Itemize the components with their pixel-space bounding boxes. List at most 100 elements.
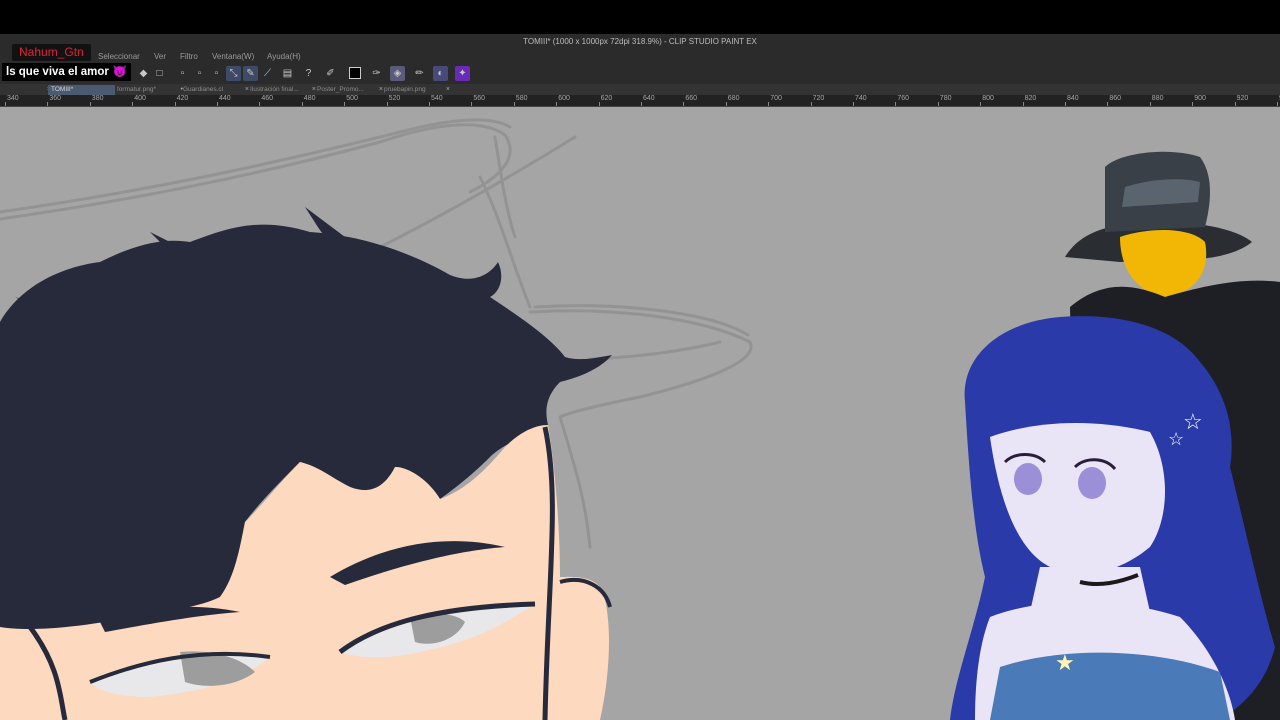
ruler-tick — [217, 102, 218, 106]
tab-pruebapin[interactable]: pruebapin.png × — [381, 85, 450, 95]
menu-item-select[interactable]: Seleccionar — [98, 52, 140, 61]
ruler-label: 680 — [727, 95, 740, 102]
drawing-canvas[interactable]: ☆ ☆ ★ — [0, 107, 1280, 720]
tab-ilustracion[interactable]: Ilustración final... × — [247, 85, 316, 95]
devil-emoji-icon: 😈 — [112, 66, 128, 78]
pen-icon[interactable]: ✎ — [243, 66, 258, 81]
tab-label: pruebapin.png — [384, 86, 426, 93]
ruler-label: 840 — [1067, 95, 1079, 102]
ruler-label: 540 — [431, 95, 443, 102]
ruler-label: 360 — [49, 95, 62, 102]
ruler-label: 500 — [346, 95, 358, 102]
ruler-label: 920 — [1236, 95, 1249, 102]
ruler-tick — [429, 102, 430, 106]
ruler-tick — [1065, 102, 1066, 106]
ruler-tick — [174, 102, 176, 106]
ruler-label: 520 — [388, 95, 401, 102]
ruler-tick — [725, 102, 727, 106]
ruler-label: 740 — [855, 95, 867, 102]
ruler-tick — [895, 102, 897, 106]
select-icon[interactable]: ⤡ — [226, 66, 241, 81]
ruler-tick — [641, 102, 642, 106]
ruler-label: 660 — [685, 95, 698, 102]
ruler-label: 440 — [219, 95, 231, 102]
tab-guardianes[interactable]: Guardianes.cl × — [180, 85, 249, 95]
ruler-tick — [598, 102, 600, 106]
ruler-label: 580 — [515, 95, 528, 102]
chat-message: ls que viva el amor 😈 — [2, 63, 132, 81]
ruler-label: 880 — [1151, 95, 1164, 102]
document-tabs: × TOMIII* formatur.png*• Guardianes.cl× … — [0, 84, 1280, 95]
tab-tomiii[interactable]: TOMIII* — [48, 85, 115, 95]
tab-label: formatur.png* — [117, 86, 157, 93]
ruler-label: 400 — [134, 95, 146, 102]
open-icon[interactable]: ▫ — [192, 66, 207, 81]
help-icon[interactable]: ? — [301, 66, 316, 81]
menu-bar: Seleccionar Ver Filtro Ventana(W) Ayuda(… — [0, 50, 1280, 63]
ruler-tick — [1277, 102, 1278, 106]
ruler-tick — [1107, 102, 1109, 106]
chat-message-text: ls que viva el amor — [6, 66, 109, 78]
ruler-tick — [1192, 102, 1194, 106]
ruler-tick — [89, 102, 91, 106]
palette-icon[interactable]: ✦ — [455, 66, 470, 81]
stream-top-bar — [0, 0, 1280, 34]
save-icon[interactable]: ▫ — [209, 66, 224, 81]
ruler-tick — [471, 102, 473, 106]
tab-label: Poster_Promo... — [317, 86, 364, 93]
ruler-label: 820 — [1024, 95, 1037, 102]
ruler-label: 600 — [558, 95, 570, 102]
new-icon[interactable]: ▫ — [175, 66, 190, 81]
ruler-label: 380 — [91, 95, 104, 102]
ruler-tick — [1022, 102, 1024, 106]
ruler-label: 780 — [939, 95, 952, 102]
ruler-label: 460 — [261, 95, 274, 102]
ruler-tick — [683, 102, 685, 106]
ruler-icon[interactable]: ⟋ — [260, 66, 275, 81]
chat-username: Nahum_Gtn — [12, 44, 91, 61]
ruler-label: 620 — [600, 95, 613, 102]
brush-icon[interactable]: ✐ — [323, 66, 338, 81]
tab-formatur[interactable]: formatur.png* • — [114, 85, 183, 95]
transform-icon[interactable]: ◈ — [390, 66, 405, 81]
ruler-tick — [556, 102, 558, 106]
ruler-tick — [5, 102, 6, 106]
eraser-icon[interactable]: ✑ — [369, 66, 384, 81]
color-swatch-icon[interactable] — [347, 66, 362, 81]
ruler-label: 480 — [303, 95, 316, 102]
star-icon: ☆ — [1168, 429, 1184, 449]
ruler-tick — [513, 102, 515, 106]
tab-poster[interactable]: Poster_Promo... × — [314, 85, 383, 95]
star-icon: ☆ — [1183, 409, 1203, 434]
ruler-tick — [810, 102, 812, 106]
star-icon: ★ — [1055, 650, 1075, 675]
ruler-label: 560 — [473, 95, 486, 102]
menu-item-window[interactable]: Ventana(W) — [212, 52, 254, 61]
filter-icon[interactable]: ◐ — [433, 66, 448, 81]
ruler-label: 640 — [643, 95, 655, 102]
ruler-tick — [344, 102, 346, 106]
ruler-label: 900 — [1194, 95, 1206, 102]
tab-label: Ilustración final... — [250, 86, 299, 93]
ruler-label: 420 — [176, 95, 189, 102]
ruler-tick — [47, 102, 49, 106]
menu-item-help[interactable]: Ayuda(H) — [267, 52, 301, 61]
ruler-tick — [259, 102, 261, 106]
tab-prev[interactable]: × — [2, 85, 51, 95]
undo-icon[interactable]: ◆ — [136, 66, 151, 81]
ruler-tick — [132, 102, 134, 106]
redo-icon[interactable]: □ — [152, 66, 167, 81]
ruler-tick — [768, 102, 770, 106]
horizontal-ruler[interactable]: 340 360 380 400 420 440 460 480 500 520 540 560 580 6… — [0, 95, 1280, 107]
ruler-label: 760 — [897, 95, 910, 102]
ruler-tick — [301, 102, 303, 106]
ruler-tick — [937, 102, 939, 106]
menu-item-view[interactable]: Ver — [154, 52, 166, 61]
window-title: TOMIII* (1000 x 1000px 72dpi 318.9%) - C… — [0, 34, 1280, 50]
close-icon[interactable]: × — [446, 85, 450, 95]
menu-item-filter[interactable]: Filtro — [180, 52, 198, 61]
layer-icon[interactable]: ▤ — [280, 66, 295, 81]
ruler-label: 800 — [982, 95, 994, 102]
pencil-icon[interactable]: ✏ — [412, 66, 427, 81]
ruler-label: 340 — [7, 95, 19, 102]
